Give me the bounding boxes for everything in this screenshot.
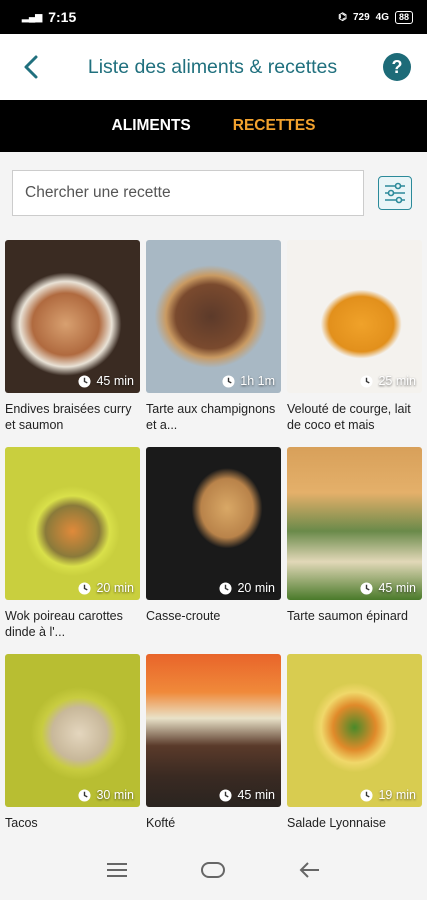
clock-icon — [360, 581, 374, 595]
recipe-duration: 45 min — [219, 788, 275, 802]
clock-icon — [78, 788, 92, 802]
network-speed: 729 — [352, 11, 370, 23]
recipe-card[interactable]: 45 min Tarte saumon épinard — [287, 447, 422, 654]
back-button[interactable] — [16, 52, 46, 82]
recipe-title: Tarte aux champignons et a... — [146, 402, 276, 432]
clock-icon — [360, 374, 374, 388]
status-time: 7:15 — [48, 9, 77, 25]
recipe-title: Endives braisées curry et saumon — [5, 402, 132, 432]
lte-icon: 4G — [375, 11, 389, 23]
recipe-duration: 20 min — [219, 581, 275, 595]
clock-icon — [219, 581, 233, 595]
recipe-title: Velouté de courge, lait de coco et mais — [287, 402, 411, 432]
recipe-duration: 25 min — [360, 374, 416, 388]
recipe-image: 45 min — [146, 654, 281, 807]
clock-icon — [360, 788, 374, 802]
recipe-title: Tacos — [5, 816, 38, 830]
recipe-image: 20 min — [5, 447, 140, 600]
recipe-card[interactable]: 45 min Endives braisées curry et saumon — [5, 240, 140, 447]
signal-icon: ▂▄▆ — [22, 11, 43, 22]
recipe-image: 45 min — [287, 447, 422, 600]
filter-button[interactable] — [378, 176, 412, 210]
menu-icon — [107, 863, 128, 877]
recipe-image: 20 min — [146, 447, 281, 600]
system-nav-bar — [0, 845, 427, 900]
recipe-title: Casse-croute — [146, 609, 221, 623]
recipe-title: Kofté — [146, 816, 176, 830]
recipe-card[interactable]: 19 min Salade Lyonnaise — [287, 654, 422, 861]
battery-icon: 88 — [394, 10, 413, 24]
clock-icon — [219, 788, 233, 802]
clock-icon — [222, 374, 235, 388]
recipe-image: 25 min — [287, 240, 422, 393]
back-arrow-icon — [24, 55, 38, 79]
home-icon — [201, 862, 226, 878]
recipe-duration: 19 min — [360, 788, 416, 802]
clock-icon — [78, 374, 92, 388]
main-content: Chercher une recette 45 min Endives brai… — [0, 152, 427, 848]
recipe-duration: 30 min — [78, 788, 134, 802]
recipe-card[interactable]: 20 min Wok poireau carottes dinde à l'..… — [5, 447, 140, 654]
recipe-card[interactable]: 30 min Tacos — [5, 654, 140, 861]
recipe-card[interactable]: 1h 1m Tarte aux champignons et a... — [146, 240, 281, 447]
recipe-card[interactable]: 45 min Kofté — [146, 654, 281, 861]
back-icon — [299, 862, 319, 878]
recipe-grid: 45 min Endives braisées curry et saumon … — [0, 216, 427, 861]
recipe-duration: 45 min — [360, 581, 416, 595]
recipe-title: Tarte saumon épinard — [287, 609, 408, 623]
recipe-image: 19 min — [287, 654, 422, 807]
page-title: Liste des aliments & recettes — [87, 55, 338, 78]
bluetooth-icon: ⌬ — [338, 11, 347, 23]
recipe-title: Wok poireau carottes dinde à l'... — [5, 609, 123, 639]
tab-aliments[interactable]: ALIMENTS — [112, 117, 191, 135]
search-input[interactable]: Chercher une recette — [12, 170, 364, 216]
back-nav-button[interactable] — [299, 861, 321, 884]
recipe-image: 1h 1m — [146, 240, 281, 393]
help-button[interactable]: ? — [383, 53, 411, 81]
recipe-duration: 45 min — [78, 374, 134, 388]
recipe-duration: 20 min — [78, 581, 134, 595]
help-icon: ? — [391, 56, 403, 77]
recipe-card[interactable]: 25 min Velouté de courge, lait de coco e… — [287, 240, 422, 447]
status-bar: ▂▄▆ 7:15 ⌬ 729 4G 88 — [0, 0, 427, 34]
app-header: Liste des aliments & recettes ? — [0, 34, 427, 100]
clock-icon — [78, 581, 92, 595]
recipe-card[interactable]: 20 min Casse-croute — [146, 447, 281, 654]
recipe-title: Salade Lyonnaise — [287, 816, 386, 830]
home-button[interactable] — [200, 861, 226, 884]
menu-button[interactable] — [106, 861, 128, 884]
recipe-image: 30 min — [5, 654, 140, 807]
filter-icon — [385, 182, 405, 204]
tab-bar: ALIMENTS RECETTES — [0, 100, 427, 152]
recipe-image: 45 min — [5, 240, 140, 393]
recipe-duration: 1h 1m — [222, 374, 275, 388]
tab-recettes[interactable]: RECETTES — [233, 117, 316, 135]
